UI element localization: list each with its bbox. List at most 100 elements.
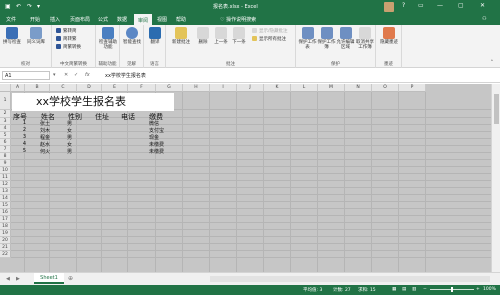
simp-to-trad-button[interactable]: 简转繁	[56, 36, 77, 42]
zoom-level[interactable]: 100%	[483, 287, 496, 292]
allow-edit-ranges-button[interactable]: 允许编辑区域	[336, 27, 355, 50]
row-header-7[interactable]: 7	[0, 146, 11, 153]
new-comment-button[interactable]: 新建批注	[170, 27, 192, 45]
column-header-n[interactable]: N	[345, 84, 372, 92]
redo-icon[interactable]: ↷	[27, 3, 32, 10]
column-header-g[interactable]: G	[156, 84, 183, 92]
column-header-p[interactable]: P	[399, 84, 426, 92]
row-header-15[interactable]: 15	[0, 202, 11, 209]
tab-insert[interactable]: 插入	[50, 16, 60, 23]
row-header-20[interactable]: 20	[0, 237, 11, 244]
column-header-b[interactable]: B	[25, 84, 50, 92]
row-header-8[interactable]: 8	[0, 153, 11, 160]
cell-name[interactable]: 张土	[40, 120, 50, 127]
column-header-f[interactable]: F	[128, 84, 156, 92]
row-header-17[interactable]: 17	[0, 216, 11, 223]
column-header-l[interactable]: L	[291, 84, 318, 92]
translate-button[interactable]: 翻译	[146, 27, 164, 45]
cell-gender[interactable]: 女	[67, 127, 72, 134]
undo-icon[interactable]: ↶	[16, 3, 21, 10]
column-header-d[interactable]: D	[77, 84, 102, 92]
page-layout-view-icon[interactable]: ▤	[402, 287, 406, 292]
cell-payment[interactable]: 微信	[149, 120, 159, 127]
tell-me-search[interactable]: ♡ 操作说明搜索	[220, 16, 256, 23]
cell-gender[interactable]: 女	[67, 141, 72, 148]
zoom-slider-thumb[interactable]	[451, 287, 453, 292]
cell-index[interactable]: 5	[14, 148, 26, 154]
formula-input[interactable]: xx学校学生报名表	[105, 72, 146, 79]
row-header-1[interactable]: 1	[0, 92, 11, 110]
column-header-o[interactable]: O	[372, 84, 399, 92]
hide-ink-button[interactable]: 隐藏墨迹	[380, 27, 398, 45]
cell-gender[interactable]: 男	[67, 148, 72, 155]
tab-help[interactable]: 帮助	[176, 16, 186, 23]
share-button[interactable]: ⚇	[482, 16, 486, 22]
show-all-comments-button[interactable]: 显示所有批注	[252, 36, 286, 42]
protect-sheet-button[interactable]: 保护工作表	[298, 27, 317, 50]
maximize-button[interactable]: ▢	[458, 2, 464, 9]
close-button[interactable]: ✕	[480, 2, 485, 9]
select-all-corner[interactable]	[0, 84, 11, 92]
column-header-i[interactable]: I	[210, 84, 237, 92]
tab-view[interactable]: 视图	[157, 16, 167, 23]
cell-gender[interactable]: 男	[67, 120, 72, 127]
zoom-in-icon[interactable]: +	[476, 287, 480, 292]
minimize-button[interactable]: —	[437, 2, 443, 9]
name-box-dropdown-icon[interactable]: ▾	[53, 72, 56, 78]
cell-name[interactable]: 何火	[40, 148, 50, 155]
column-header-e[interactable]: E	[102, 84, 128, 92]
row-header-5[interactable]: 5	[0, 132, 11, 139]
sheet-tab[interactable]: Sheet1	[34, 273, 64, 284]
prev-sheet-icon[interactable]: ◀	[6, 276, 10, 282]
smart-lookup-button[interactable]: 智能查找	[123, 27, 141, 45]
cell-gender[interactable]: 男	[67, 134, 72, 141]
tab-file[interactable]: 文件	[6, 16, 16, 23]
thesaurus-button[interactable]: 同义词库	[27, 27, 45, 45]
ribbon-display-options-icon[interactable]: ▭	[418, 2, 424, 9]
row-header-19[interactable]: 19	[0, 230, 11, 237]
row-header-14[interactable]: 14	[0, 195, 11, 202]
row-header-10[interactable]: 10	[0, 167, 11, 174]
customize-quick-access-icon[interactable]: ▾	[37, 3, 40, 10]
show-hide-comment-button[interactable]: 显示/隐藏批注	[252, 28, 288, 34]
delete-comment-button[interactable]: 删除	[194, 27, 212, 45]
column-header-m[interactable]: M	[318, 84, 345, 92]
cell-index[interactable]: 4	[14, 141, 26, 147]
cell-name[interactable]: 赵水	[40, 141, 50, 148]
cell-index[interactable]: 2	[14, 127, 26, 133]
name-box[interactable]: A1	[2, 71, 50, 80]
row-header-11[interactable]: 11	[0, 174, 11, 181]
row-header-18[interactable]: 18	[0, 223, 11, 230]
column-header-h[interactable]: H	[183, 84, 210, 92]
check-accessibility-button[interactable]: 检查辅助功能	[99, 27, 117, 50]
avatar[interactable]	[384, 2, 394, 12]
row-header-6[interactable]: 6	[0, 139, 11, 146]
cell-payment[interactable]: 现金	[149, 134, 159, 141]
row-header-16[interactable]: 16	[0, 209, 11, 216]
cell-index[interactable]: 1	[14, 120, 26, 126]
horizontal-scrollbar[interactable]	[210, 276, 490, 282]
insert-function-icon[interactable]: fx	[85, 72, 90, 78]
row-header-22[interactable]: 22	[0, 251, 11, 258]
vertical-scrollbar[interactable]	[491, 84, 500, 272]
column-header-j[interactable]: J	[237, 84, 264, 92]
enter-icon[interactable]: ✓	[74, 72, 78, 78]
collapse-ribbon-icon[interactable]: ⌃	[490, 60, 494, 65]
cell-name[interactable]: 程金	[40, 134, 50, 141]
row-header-9[interactable]: 9	[0, 160, 11, 167]
scrollbar-thumb[interactable]	[494, 94, 499, 124]
next-sheet-icon[interactable]: ▶	[16, 276, 20, 282]
tab-data[interactable]: 数据	[117, 16, 127, 23]
cell-name[interactable]: 刘木	[40, 127, 50, 134]
tab-review[interactable]: 审阅	[134, 14, 153, 25]
row-header-21[interactable]: 21	[0, 244, 11, 251]
cancel-icon[interactable]: ✕	[64, 72, 68, 78]
normal-view-icon[interactable]: ▦	[392, 287, 396, 292]
trad-to-simp-button[interactable]: 繁转简	[56, 28, 77, 34]
column-header-k[interactable]: K	[264, 84, 291, 92]
protect-workbook-button[interactable]: 保护工作簿	[317, 27, 336, 50]
row-header-3[interactable]: 3	[0, 118, 11, 125]
save-icon[interactable]: ▣	[5, 3, 11, 10]
next-comment-button[interactable]: 下一条	[230, 27, 248, 45]
column-header-a[interactable]: A	[11, 84, 25, 92]
